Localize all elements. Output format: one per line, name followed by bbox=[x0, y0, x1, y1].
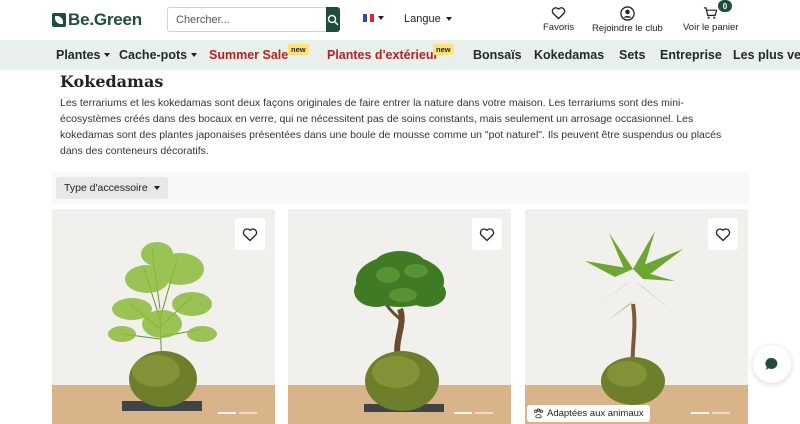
image-carousel-dots[interactable] bbox=[454, 412, 493, 414]
chevron-down-icon bbox=[104, 53, 111, 57]
filter-bar: Type d'accessoire bbox=[52, 172, 749, 204]
product-card[interactable] bbox=[52, 209, 275, 424]
search-button[interactable] bbox=[326, 7, 340, 32]
nav-item-summer-sale[interactable]: Summer Sale bbox=[209, 48, 288, 62]
logo-leaf-icon bbox=[52, 13, 66, 27]
country-selector[interactable] bbox=[363, 14, 384, 22]
new-badge: new bbox=[288, 44, 309, 55]
cart-icon bbox=[704, 7, 718, 19]
nav-item-kokedamas[interactable]: Kokedamas bbox=[534, 48, 604, 62]
favorites-link[interactable]: Favoris bbox=[543, 6, 574, 33]
product-card[interactable]: Adaptées aux animaux bbox=[525, 209, 748, 424]
nav-item-label: Les plus ven bbox=[733, 48, 800, 62]
nav-item-label: Sets bbox=[619, 48, 646, 62]
language-label: Langue bbox=[404, 13, 441, 25]
search-input[interactable] bbox=[167, 7, 326, 32]
cart-label: Voir le panier bbox=[683, 22, 739, 33]
nav-item-bonsais[interactable]: Bonsaïs bbox=[473, 48, 522, 62]
nav-item-label: Plantes bbox=[56, 48, 101, 62]
nav-item-label: Kokedamas bbox=[534, 48, 605, 62]
image-carousel-dots[interactable] bbox=[691, 412, 730, 414]
favorites-label: Favoris bbox=[543, 22, 575, 33]
language-selector[interactable]: Langue bbox=[404, 13, 452, 25]
logo-text: Be.Green bbox=[68, 10, 142, 29]
nav-item-cache-pots[interactable]: Cache-pots bbox=[119, 48, 198, 62]
nav-item-sets[interactable]: Sets bbox=[619, 48, 645, 62]
france-flag-icon bbox=[363, 14, 375, 22]
page-title: Kokedamas bbox=[60, 72, 164, 91]
nav-item-label: Bonsaïs bbox=[473, 48, 522, 62]
nav-item-best-sellers[interactable]: Les plus ven bbox=[733, 48, 800, 62]
pet-icon bbox=[534, 408, 543, 419]
nav-item-label: Summer Sale bbox=[209, 48, 289, 62]
chevron-down-icon bbox=[378, 16, 384, 20]
heart-icon bbox=[479, 227, 495, 241]
filter-label: Type d'accessoire bbox=[64, 182, 148, 194]
chevron-down-icon bbox=[445, 17, 452, 21]
chevron-down-icon bbox=[191, 53, 198, 57]
category-description: Les terrariums et les kokedamas sont deu… bbox=[60, 97, 722, 157]
search-bar bbox=[167, 7, 340, 32]
top-header: Be.Green Langue Favoris Rejoindre le clu… bbox=[0, 0, 800, 40]
heart-icon bbox=[551, 7, 566, 20]
add-to-favorites-button[interactable] bbox=[235, 218, 265, 250]
nav-item-plantes-exterieur[interactable]: Plantes d'extérieur bbox=[327, 48, 438, 62]
nav-item-entreprise[interactable]: Entreprise bbox=[660, 48, 722, 62]
logo[interactable]: Be.Green bbox=[52, 10, 142, 30]
accessory-type-filter[interactable]: Type d'accessoire bbox=[56, 177, 168, 199]
pet-friendly-badge: Adaptées aux animaux bbox=[527, 405, 650, 422]
heart-icon bbox=[242, 227, 258, 241]
cart-count-badge: 0 bbox=[718, 0, 732, 12]
search-icon bbox=[327, 14, 339, 25]
nav-item-plantes[interactable]: Plantes bbox=[56, 48, 111, 62]
image-carousel-dots[interactable] bbox=[218, 412, 257, 414]
user-icon bbox=[620, 6, 635, 21]
club-link[interactable]: Rejoindre le club bbox=[592, 6, 663, 34]
chat-button[interactable] bbox=[753, 345, 791, 383]
pet-friendly-label: Adaptées aux animaux bbox=[547, 408, 644, 419]
nav-item-label: Plantes d'extérieur bbox=[327, 48, 439, 62]
heart-icon bbox=[715, 227, 731, 241]
product-card[interactable] bbox=[288, 209, 511, 424]
new-badge: new bbox=[433, 44, 454, 55]
nav-item-label: Cache-pots bbox=[119, 48, 188, 62]
main-nav: Plantes Cache-pots Summer Sale new Plant… bbox=[0, 40, 800, 70]
chevron-down-icon bbox=[153, 186, 160, 190]
club-label: Rejoindre le club bbox=[592, 23, 663, 34]
nav-item-label: Entreprise bbox=[660, 48, 722, 62]
add-to-favorites-button[interactable] bbox=[708, 218, 738, 250]
chat-bubble-icon bbox=[765, 357, 778, 370]
add-to-favorites-button[interactable] bbox=[472, 218, 502, 250]
